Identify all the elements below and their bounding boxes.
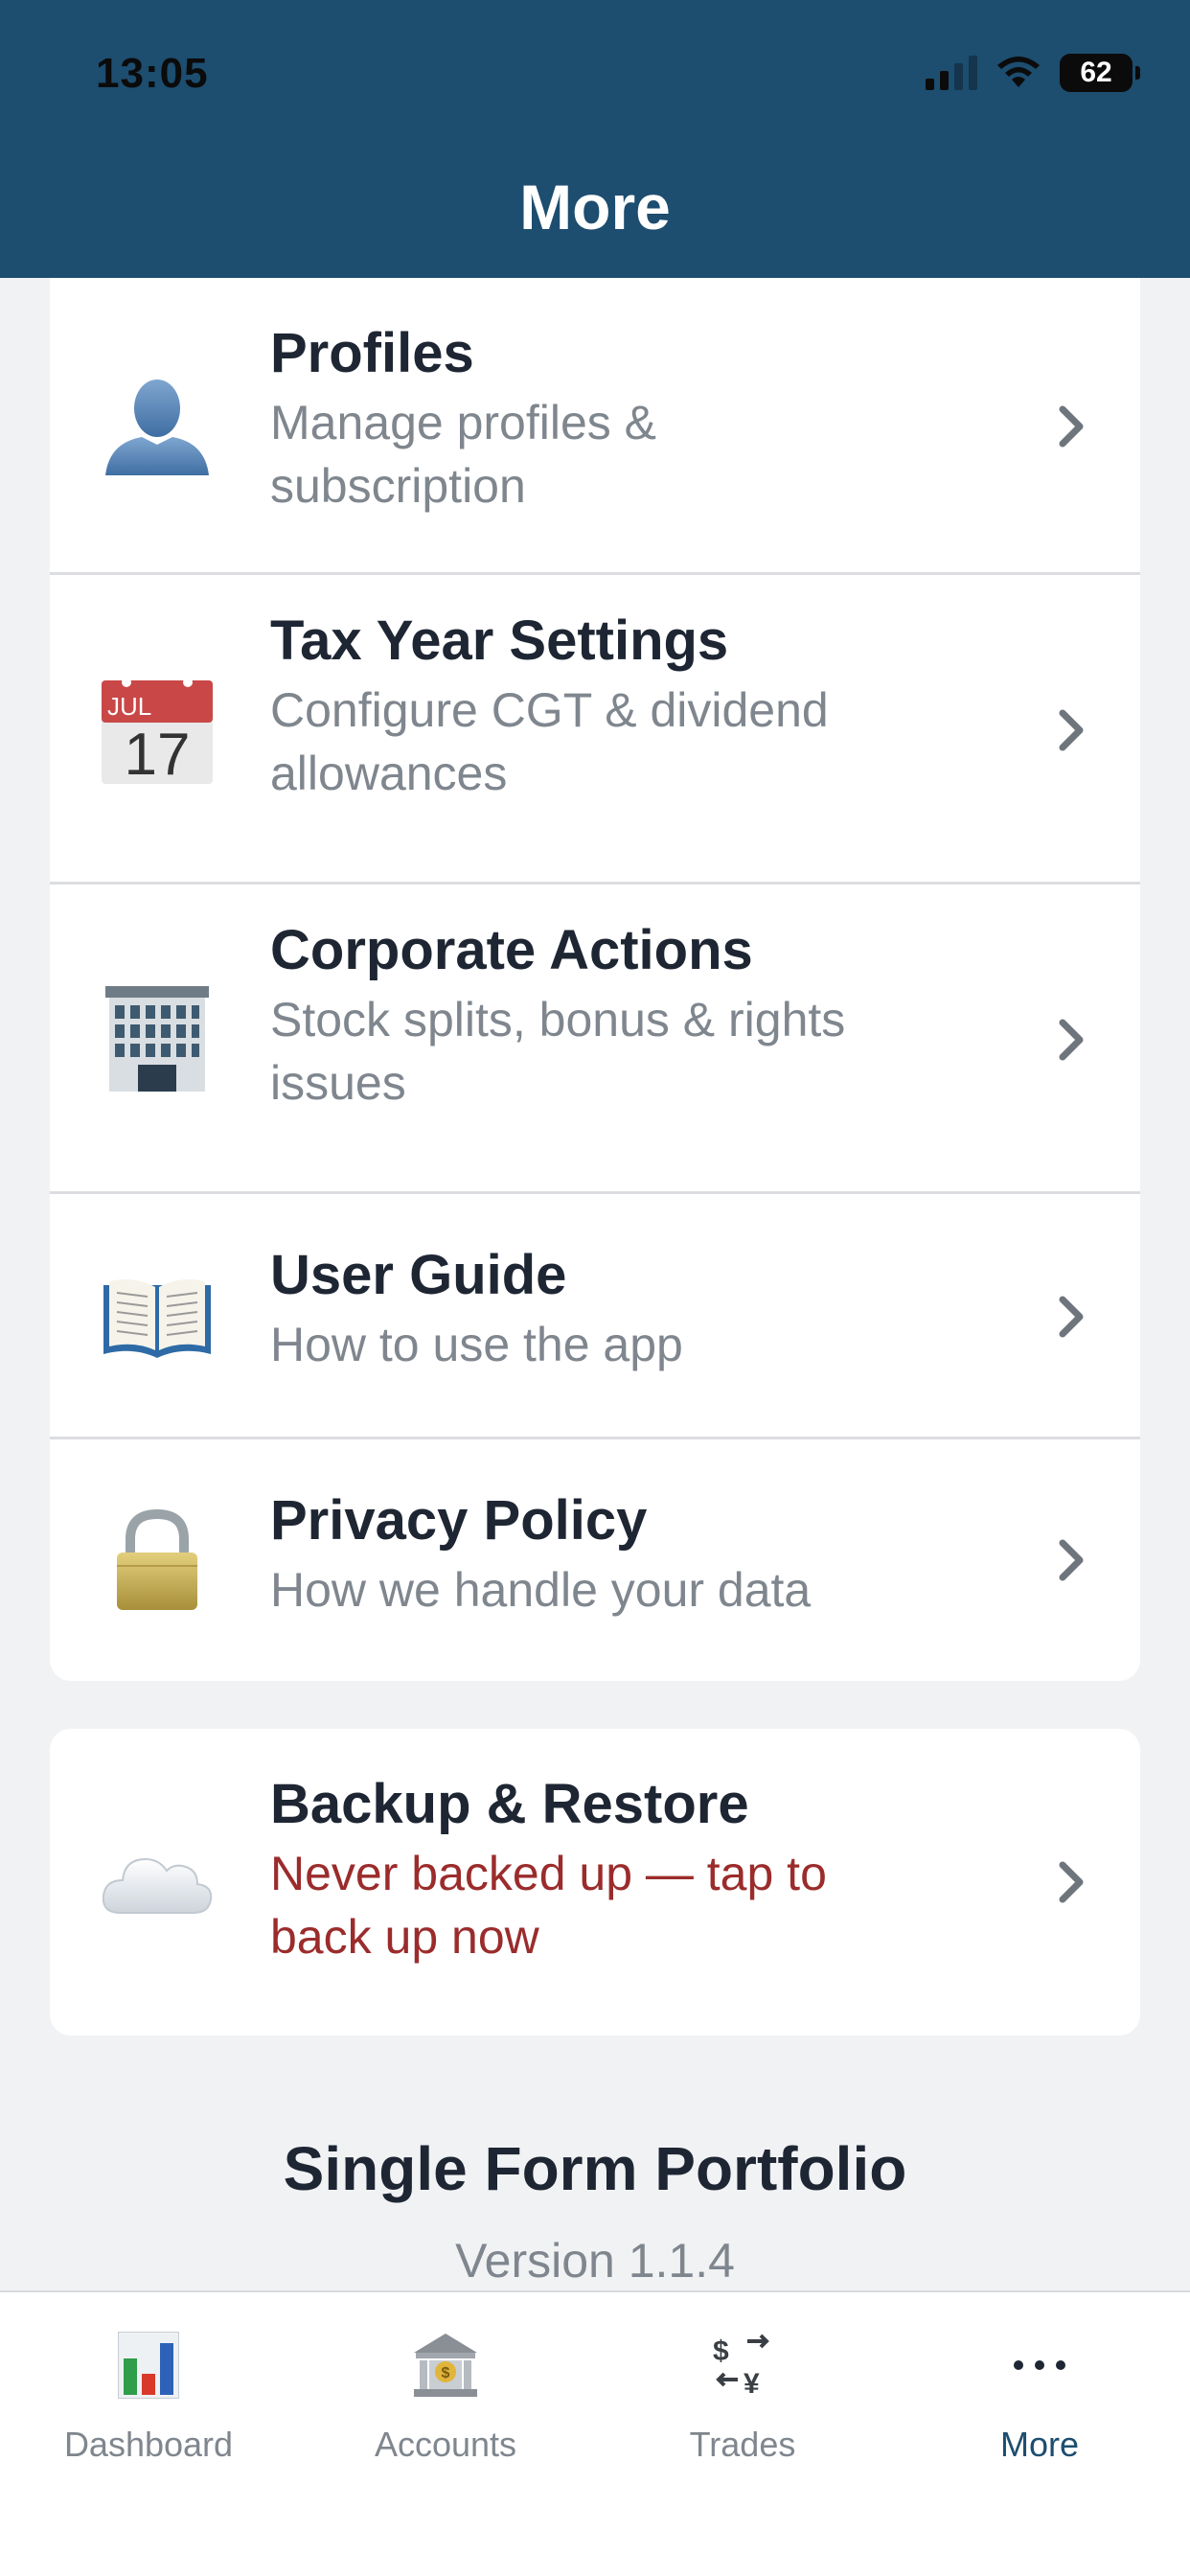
app-version: Version 1.1.4 [455, 2234, 735, 2288]
menu-item-title: Backup & Restore [270, 1773, 749, 1835]
menu-item-corporate-actions[interactable]: Corporate Actions Stock splits, bonus & … [50, 885, 1140, 1194]
svg-text:$: $ [442, 2365, 450, 2381]
bank-icon: $ [407, 2327, 484, 2404]
menu-item-subtitle: Manage profiles & subscription [270, 396, 657, 513]
tab-trades[interactable]: $ ¥ Trades [594, 2327, 891, 2465]
currency-exchange-icon: $ ¥ [704, 2327, 781, 2404]
menu-item-profiles[interactable]: Profiles Manage profiles & subscription [50, 278, 1140, 575]
calendar-day: 17 [125, 722, 191, 786]
calendar-icon: JUL 17 [100, 671, 215, 786]
menu-item-privacy-policy[interactable]: Privacy Policy How we handle your data [50, 1439, 1140, 1681]
menu-item-subtitle: How we handle your data [270, 1563, 812, 1617]
backup-card: Backup & Restore Never backed up — tap t… [50, 1729, 1140, 2036]
menu-item-user-guide[interactable]: User Guide How to use the app [50, 1194, 1140, 1439]
svg-text:¥: ¥ [744, 2368, 760, 2399]
menu-item-subtitle: Configure CGT & dividend allowances [270, 683, 829, 800]
chevron-right-icon [1052, 398, 1090, 455]
chevron-right-icon [1052, 1288, 1090, 1346]
tab-more[interactable]: More [891, 2327, 1188, 2465]
app-name: Single Form Portfolio [283, 2134, 907, 2203]
tab-accounts[interactable]: $ Accounts [297, 2327, 594, 2465]
battery-icon: 62 [1060, 54, 1140, 92]
ellipsis-icon [1001, 2327, 1078, 2404]
menu-item-subtitle: Stock splits, bonus & rights issues [270, 993, 846, 1110]
tab-label: Trades [689, 2425, 796, 2464]
backup-warning-text: Never backed up — tap to back up now [270, 1847, 827, 1964]
chevron-right-icon [1052, 702, 1090, 759]
calendar-month: JUL [107, 692, 151, 721]
person-silhouette-icon [100, 368, 215, 483]
menu-item-subtitle: How to use the app [270, 1318, 683, 1371]
settings-menu-card: Profiles Manage profiles & subscription J… [50, 278, 1140, 1681]
menu-item-title: User Guide [270, 1244, 567, 1306]
menu-item-title: Corporate Actions [270, 919, 753, 981]
cloud-icon [100, 1825, 215, 1940]
status-time: 13:05 [96, 50, 209, 97]
chevron-right-icon [1052, 1853, 1090, 1911]
tab-label: More [999, 2425, 1080, 2464]
wifi-icon [997, 57, 1040, 87]
menu-item-title: Privacy Policy [270, 1489, 648, 1552]
menu-item-backup-restore[interactable]: Backup & Restore Never backed up — tap t… [50, 1729, 1140, 2036]
navigation-header: 13:05 62 More [0, 0, 1190, 278]
bar-chart-icon [110, 2327, 187, 2404]
chevron-right-icon [1052, 1531, 1090, 1589]
menu-item-title: Profiles [270, 322, 474, 384]
menu-item-title: Tax Year Settings [270, 610, 729, 672]
tab-dashboard[interactable]: Dashboard [0, 2327, 297, 2465]
chevron-right-icon [1052, 1011, 1090, 1069]
battery-level: 62 [1080, 57, 1112, 88]
padlock-icon [100, 1503, 215, 1618]
tab-label: Dashboard [63, 2425, 234, 2464]
menu-item-tax-year-settings[interactable]: JUL 17 Tax Year Settings Configure CGT &… [50, 575, 1140, 885]
open-book-icon [100, 1258, 215, 1373]
page-title: More [519, 172, 671, 242]
office-building-icon [100, 980, 215, 1095]
status-indicators: 62 [926, 54, 1140, 92]
tab-label: Accounts [374, 2425, 517, 2464]
svg-text:$: $ [713, 2335, 729, 2367]
bottom-tab-bar: Dashboard $ Accounts $ ¥ Trades More [0, 2290, 1190, 2576]
cellular-signal-icon [926, 56, 977, 90]
